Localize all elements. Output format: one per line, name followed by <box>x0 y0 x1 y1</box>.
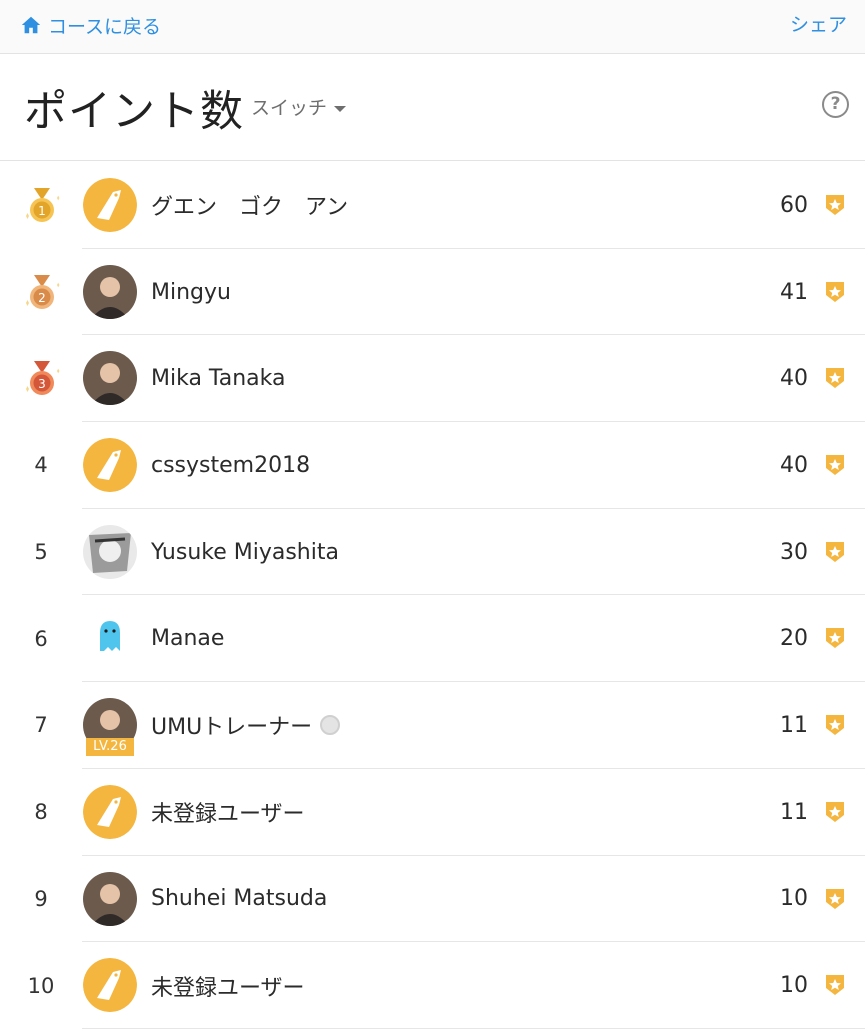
star-badge-icon <box>824 193 846 217</box>
ranking-row[interactable]: 5 Yusuke Miyashita 30 <box>0 509 865 596</box>
points-value: 11 <box>780 799 808 825</box>
avatar[interactable] <box>83 178 137 232</box>
page-title: ポイント数 <box>24 87 244 137</box>
user-name-text: 未登録ユーザー <box>151 802 305 828</box>
star-badge-icon <box>824 713 846 737</box>
rank-number: 6 <box>34 626 48 651</box>
star-badge-icon <box>824 453 846 477</box>
rank-number: 4 <box>34 453 48 478</box>
star-badge-icon <box>824 366 846 390</box>
points-value: 60 <box>780 192 808 218</box>
avatar[interactable] <box>83 611 137 666</box>
user-name-text: cssystem2018 <box>151 452 311 478</box>
svg-text:3: 3 <box>38 377 46 391</box>
ranking-row[interactable]: 10 未登録ユーザー 10 <box>0 942 865 1029</box>
user-name-text: Shuhei Matsuda <box>151 886 328 912</box>
rank-number: 8 <box>34 800 48 825</box>
ranking-row[interactable]: 6 Manae 20 <box>0 595 865 683</box>
points-value: 41 <box>780 279 808 305</box>
rank-number: 7 <box>34 713 48 738</box>
user-name[interactable]: Manae <box>151 595 224 682</box>
avatar[interactable] <box>83 784 137 839</box>
silver-medal-icon: 2 <box>22 273 62 313</box>
user-name-text: 未登録ユーザー <box>151 975 305 1001</box>
rank-number: 10 <box>27 973 55 998</box>
star-badge-icon <box>824 540 846 564</box>
points-value: 40 <box>780 452 808 478</box>
rank-number: 9 <box>34 886 48 911</box>
avatar[interactable] <box>83 524 137 579</box>
user-name[interactable]: Shuhei Matsuda <box>151 856 327 943</box>
svg-text:1: 1 <box>38 204 46 218</box>
ranking-row[interactable]: 9 Shuhei Matsuda 10 <box>0 856 865 943</box>
ranking-row[interactable]: 4 cssystem2018 40 <box>0 422 865 509</box>
points-value: 10 <box>780 886 808 912</box>
points-value: 20 <box>780 626 808 652</box>
avatar[interactable] <box>83 871 137 926</box>
star-badge-icon <box>824 626 846 650</box>
avatar[interactable] <box>83 438 137 493</box>
points-value: 10 <box>780 973 808 999</box>
top-bar: コースに戻る シェア <box>0 0 865 54</box>
user-name[interactable]: UMUトレーナー <box>151 682 341 769</box>
user-name[interactable]: Mingyu <box>151 249 231 336</box>
star-badge-icon <box>824 800 846 824</box>
user-name[interactable]: 未登録ユーザー <box>151 942 305 1029</box>
leaderboard-header: ポイント数 スイッチ ? <box>0 55 865 161</box>
points-value: 11 <box>780 712 808 738</box>
user-name[interactable]: 未登録ユーザー <box>151 769 305 856</box>
caret-down-icon <box>334 105 347 112</box>
user-name[interactable]: グエン ゴク アン <box>151 162 348 249</box>
bronze-medal-icon: 3 <box>22 359 62 399</box>
star-badge-icon <box>824 973 846 997</box>
user-name-text: Yusuke Miyashita <box>151 539 339 565</box>
user-name-text: UMUトレーナー <box>151 715 313 741</box>
user-name-text: Mika Tanaka <box>151 366 286 392</box>
ranking-row[interactable]: 7 LV.26 UMUトレーナー 11 <box>0 682 865 769</box>
ranking-row[interactable]: 1 グエン ゴク アン 60 <box>0 162 865 249</box>
user-name[interactable]: cssystem2018 <box>151 422 310 509</box>
svg-text:2: 2 <box>38 291 46 305</box>
verified-icon <box>320 715 341 736</box>
home-icon <box>21 16 41 34</box>
star-badge-icon <box>824 887 846 911</box>
back-to-course-link[interactable]: コースに戻る <box>20 11 161 39</box>
avatar[interactable] <box>83 958 137 1013</box>
switch-label: スイッチ <box>251 97 328 119</box>
ranking-row[interactable]: 2 Mingyu 41 <box>0 249 865 336</box>
ranking-row[interactable]: 3 Mika Tanaka 40 <box>0 335 865 423</box>
back-label: コースに戻る <box>48 15 162 38</box>
user-name-text: グエン ゴク アン <box>151 195 349 221</box>
points-value: 30 <box>780 539 808 565</box>
rank-number: 5 <box>34 540 48 565</box>
gold-medal-icon: 1 <box>22 186 62 226</box>
help-icon[interactable]: ? <box>822 91 849 118</box>
level-badge: LV.26 <box>86 738 134 757</box>
share-link[interactable]: シェア <box>790 11 847 39</box>
ranking-list: 1 グエン ゴク アン 60 2 Mingyu 41 3 Mika Tanaka 40 4 cssy… <box>0 162 865 1029</box>
avatar[interactable] <box>83 351 137 406</box>
avatar[interactable] <box>83 264 137 319</box>
user-name[interactable]: Mika Tanaka <box>151 335 285 422</box>
ranking-row[interactable]: 8 未登録ユーザー 11 <box>0 769 865 856</box>
switch-dropdown[interactable]: スイッチ <box>251 93 347 120</box>
user-name-text: Mingyu <box>151 279 231 305</box>
star-badge-icon <box>824 280 846 304</box>
user-name[interactable]: Yusuke Miyashita <box>151 509 339 596</box>
points-value: 40 <box>780 366 808 392</box>
user-name-text: Manae <box>151 626 225 652</box>
